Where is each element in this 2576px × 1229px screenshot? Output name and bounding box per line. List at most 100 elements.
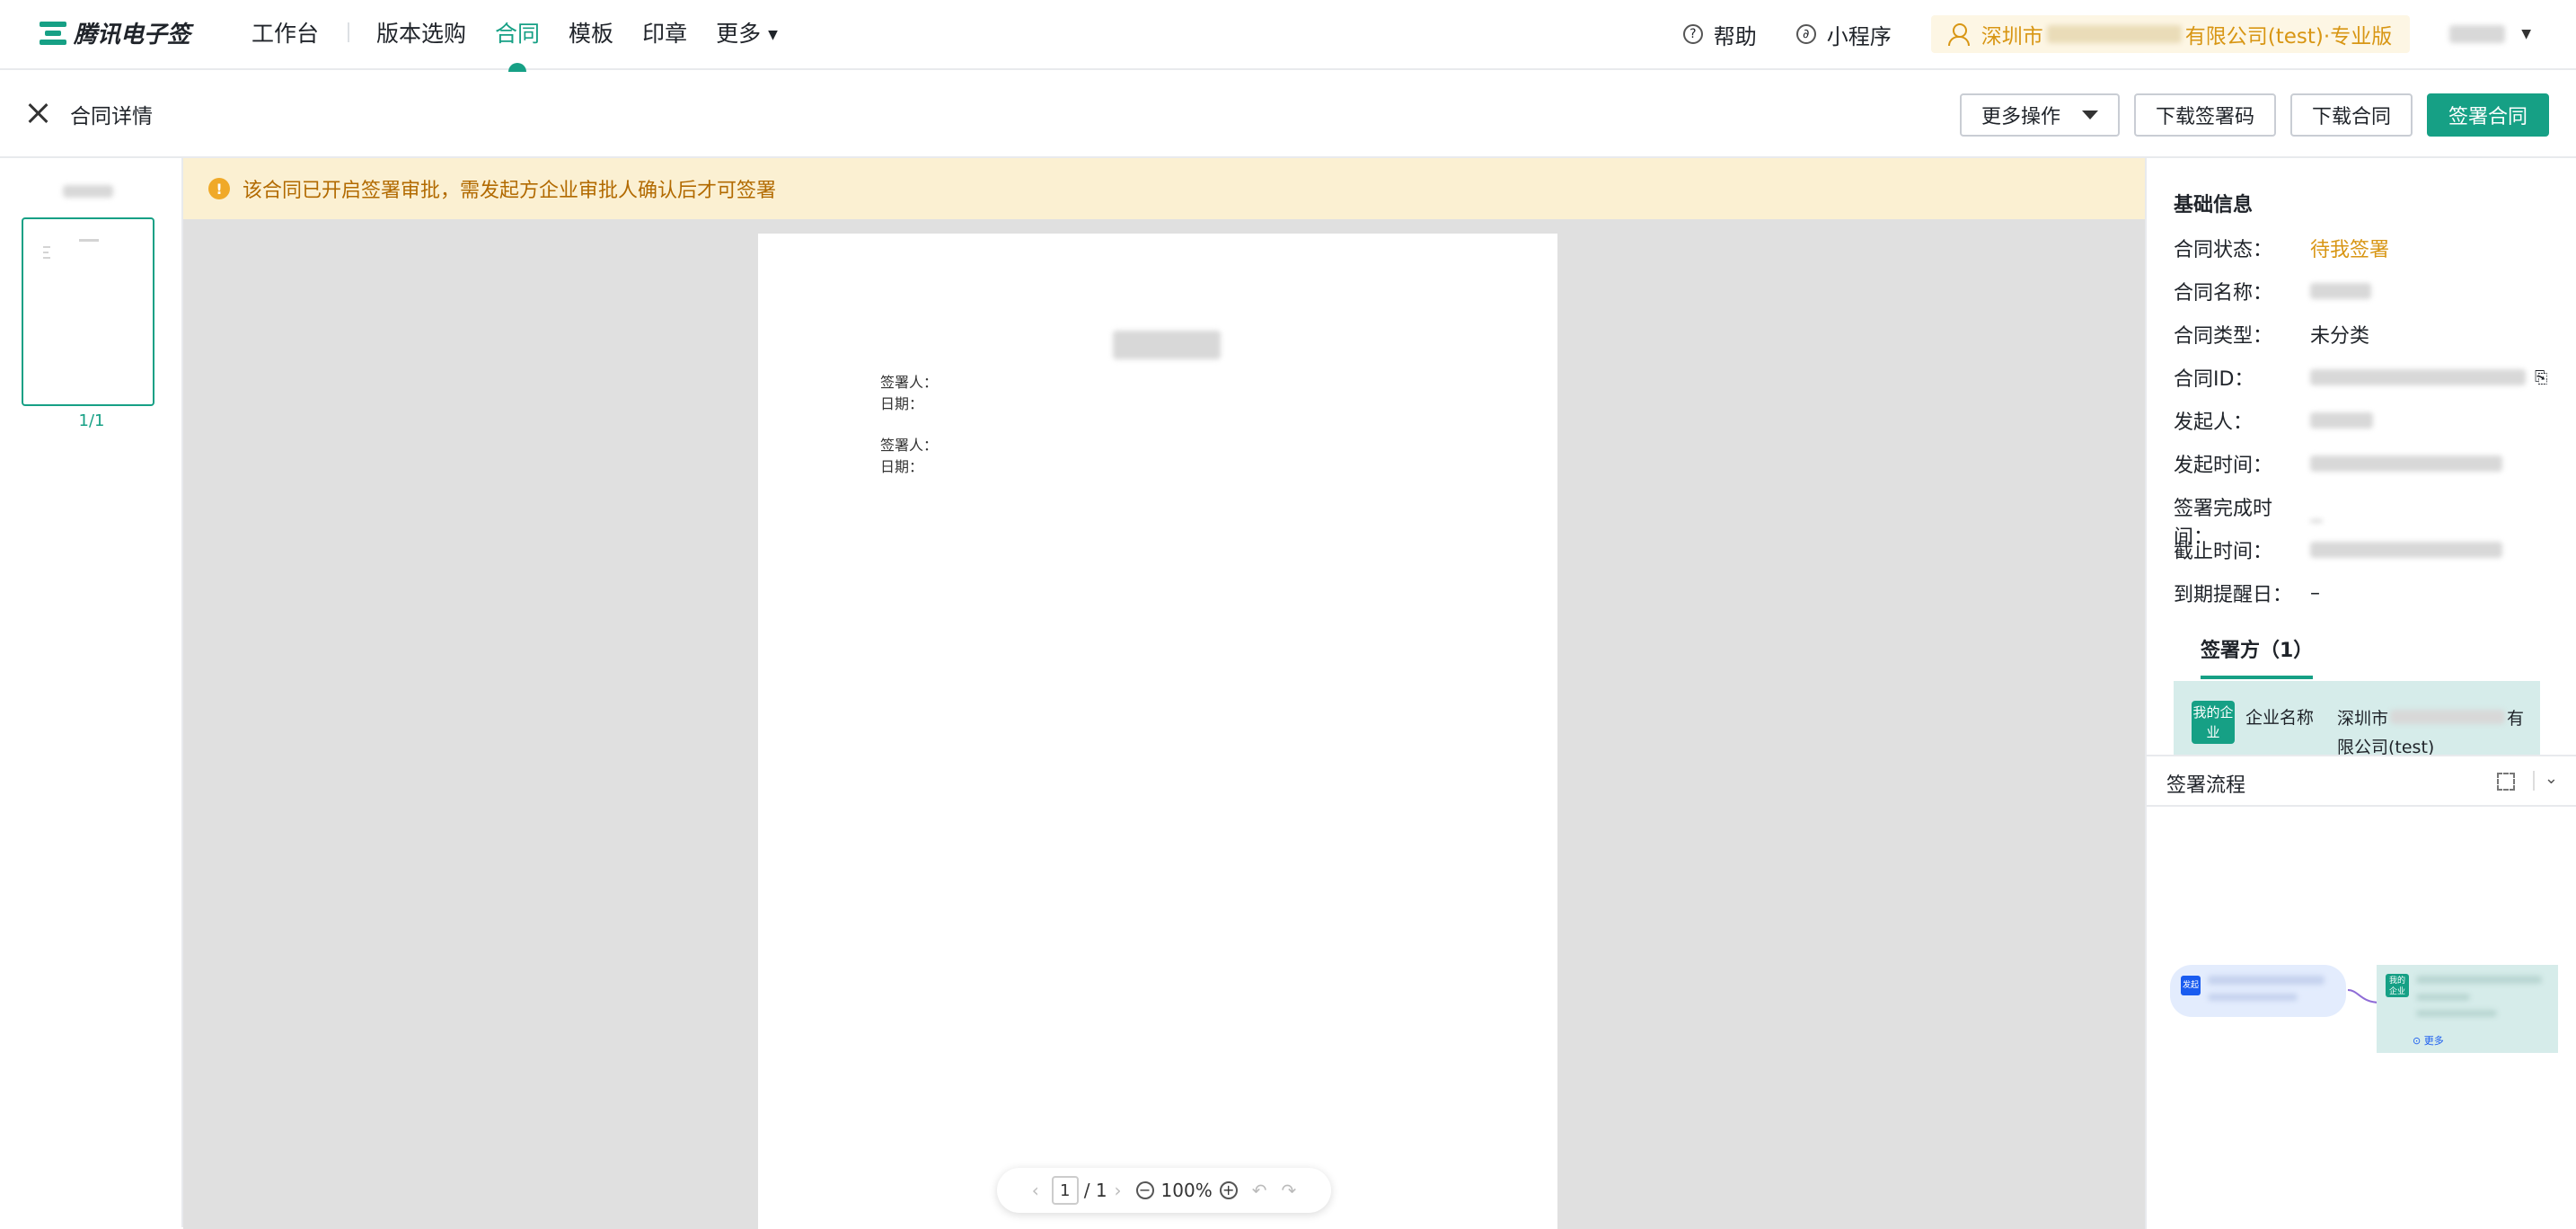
zoom-level: 100%	[1160, 1180, 1213, 1201]
enterprise-info-redacted	[2416, 1010, 2497, 1017]
collapse-icon[interactable]: ⌄	[2545, 769, 2558, 788]
contract-info-panel: 基础信息 合同状态： 待我签署 合同名称： 合同类型： 未分类 合同ID： ⎘ …	[2145, 158, 2576, 1229]
user-menu[interactable]: ▼	[2449, 25, 2531, 43]
nav-item-contracts[interactable]: 合同	[495, 16, 540, 72]
status-value: 待我签署	[2310, 239, 2390, 261]
zoom-out-icon[interactable]: −	[1135, 1181, 1154, 1199]
nav-item-more[interactable]: 更多 ▼	[716, 16, 778, 49]
caret-down-icon	[2081, 111, 2098, 119]
enterprise-info-redacted	[2416, 976, 2542, 984]
info-label: 发起人：	[2174, 411, 2254, 434]
zoom-in-icon[interactable]: +	[1219, 1181, 1238, 1199]
initiator-redacted	[2310, 412, 2373, 429]
basic-info-title: 基础信息	[2174, 194, 2254, 217]
page-title: 合同详情	[70, 105, 153, 128]
info-row-name: 合同名称：	[2174, 277, 2371, 305]
thumbnail-title-redacted	[63, 185, 113, 198]
copy-icon[interactable]: ⎘	[2535, 368, 2547, 387]
detail-header: 合同详情 更多操作 下载签署码 下载合同 签署合同	[0, 70, 2576, 158]
thumb-line	[43, 252, 49, 253]
caret-down-icon: ▼	[2521, 27, 2531, 41]
info-row-start-time: 发起时间：	[2174, 449, 2502, 478]
doc-date-label: 日期：	[880, 395, 924, 412]
page-number-input[interactable]: 1	[1051, 1176, 1079, 1205]
page-thumbnail[interactable]	[22, 217, 154, 406]
sign-contract-button[interactable]: 签署合同	[2426, 93, 2549, 137]
miniprogram-label: 小程序	[1826, 23, 1892, 49]
download-sign-code-button[interactable]: 下载签署码	[2133, 93, 2276, 137]
initiator-badge: 发起	[2181, 976, 2201, 995]
signing-flow-title: 签署流程	[2166, 774, 2246, 797]
tab-signers[interactable]: 签署方（1）	[2201, 634, 2314, 679]
undo-icon[interactable]: ↶	[1252, 1180, 1267, 1201]
caret-down-icon: ▼	[768, 28, 778, 42]
logo[interactable]: 腾讯电子签	[40, 16, 190, 49]
approval-notice: ! 该合同已开启签署审批，需发起方企业审批人确认后才可签署	[183, 158, 2145, 219]
thumbnail-page-number: 1/1	[78, 411, 105, 430]
flow-node-my-enterprise[interactable]: 我的企业 ⊙ 更多	[2377, 965, 2558, 1053]
org-user-icon	[1947, 23, 1970, 46]
info-label: 合同状态：	[2174, 239, 2273, 261]
enterprise-name-label: 企业名称	[2245, 708, 2315, 728]
initiator-info-redacted	[2208, 976, 2325, 985]
redo-icon[interactable]: ↷	[1282, 1180, 1297, 1201]
help-icon: ?	[1682, 24, 1703, 44]
page-toolbar: ‹ 1 / 1 › − 100% + ↶ ↷	[997, 1168, 1331, 1213]
signing-flow-header: 签署流程 ⌄	[2147, 755, 2576, 807]
next-page-icon[interactable]: ›	[1115, 1180, 1122, 1201]
info-label: 合同名称：	[2174, 282, 2273, 305]
download-contract-button[interactable]: 下载合同	[2289, 93, 2413, 137]
fullscreen-icon[interactable]	[2497, 773, 2515, 791]
enterprise-name: 深圳市 有 限公司(test)	[2337, 704, 2524, 755]
close-icon[interactable]	[25, 101, 50, 126]
complete-time-redacted	[2310, 519, 2323, 523]
nav-item-templates[interactable]: 模板	[569, 16, 613, 49]
prev-page-icon[interactable]: ‹	[1032, 1180, 1039, 1201]
document-page: 签署人： 日期： 签署人： 日期：	[758, 234, 1557, 1229]
info-row-expiry-reminder: 到期提醒日： –	[2174, 579, 2320, 607]
main-menu: 工作台 版本选购 合同 模板 印章 更多 ▼	[251, 16, 807, 72]
info-label: 截止时间：	[2174, 541, 2273, 563]
warning-icon: !	[208, 178, 230, 199]
signer-card: 我的企业 企业名称 深圳市 有 限公司(test)	[2174, 681, 2540, 755]
miniprogram-link[interactable]: ∂ 小程序	[1795, 19, 1892, 50]
nav-item-workbench[interactable]: 工作台	[251, 16, 319, 49]
expiry-reminder-value: –	[2310, 581, 2320, 605]
my-enterprise-badge: 我的企业	[2192, 701, 2235, 744]
page-thumbnails: 1/1	[0, 158, 183, 1227]
org-name-prefix: 深圳市	[1981, 25, 2043, 49]
action-buttons: 更多操作 下载签署码 下载合同 签署合同	[1945, 93, 2549, 137]
doc-date-label: 日期：	[880, 458, 924, 475]
enterprise-info-redacted	[2416, 994, 2470, 1001]
enterprise-name-line2: 限公司(test)	[2337, 738, 2435, 755]
thumb-line	[79, 239, 99, 242]
info-row-type: 合同类型： 未分类	[2174, 320, 2369, 349]
thumb-line	[43, 257, 50, 259]
enterprise-name-prefix: 深圳市	[2337, 709, 2389, 729]
page-total: / 1	[1083, 1180, 1107, 1201]
deadline-redacted	[2310, 542, 2502, 558]
document-title-redacted	[1113, 331, 1221, 359]
logo-text: 腾讯电子签	[74, 22, 191, 49]
flow-node-initiator[interactable]: 发起	[2170, 965, 2346, 1017]
more-actions-button[interactable]: 更多操作	[1959, 93, 2120, 137]
nav-right: ? 帮助 ∂ 小程序 深圳市 有限公司(test)·专业版 ▼	[1682, 0, 2576, 68]
org-switcher[interactable]: 深圳市 有限公司(test)·专业版	[1930, 15, 2411, 53]
nav-divider	[348, 22, 350, 42]
divider	[2533, 771, 2535, 791]
nav-item-plans[interactable]: 版本选购	[376, 16, 466, 49]
enterprise-name-redacted	[2390, 710, 2506, 724]
flow-more-link[interactable]: ⊙ 更多	[2413, 1033, 2444, 1048]
help-link[interactable]: ? 帮助	[1682, 19, 1757, 50]
nav-item-seals[interactable]: 印章	[642, 16, 687, 49]
contract-name-redacted	[2310, 283, 2371, 299]
user-name-redacted	[2449, 25, 2506, 43]
org-name-suffix: 有限公司(test)·专业版	[2184, 25, 2393, 49]
type-value: 未分类	[2310, 325, 2370, 348]
start-time-redacted	[2310, 455, 2502, 472]
enterprise-name-suffix: 有	[2507, 709, 2525, 729]
info-label: 发起时间：	[2174, 455, 2273, 477]
doc-signer-label: 签署人：	[880, 437, 939, 454]
logo-icon	[40, 20, 66, 47]
info-label: 合同类型：	[2174, 325, 2273, 348]
